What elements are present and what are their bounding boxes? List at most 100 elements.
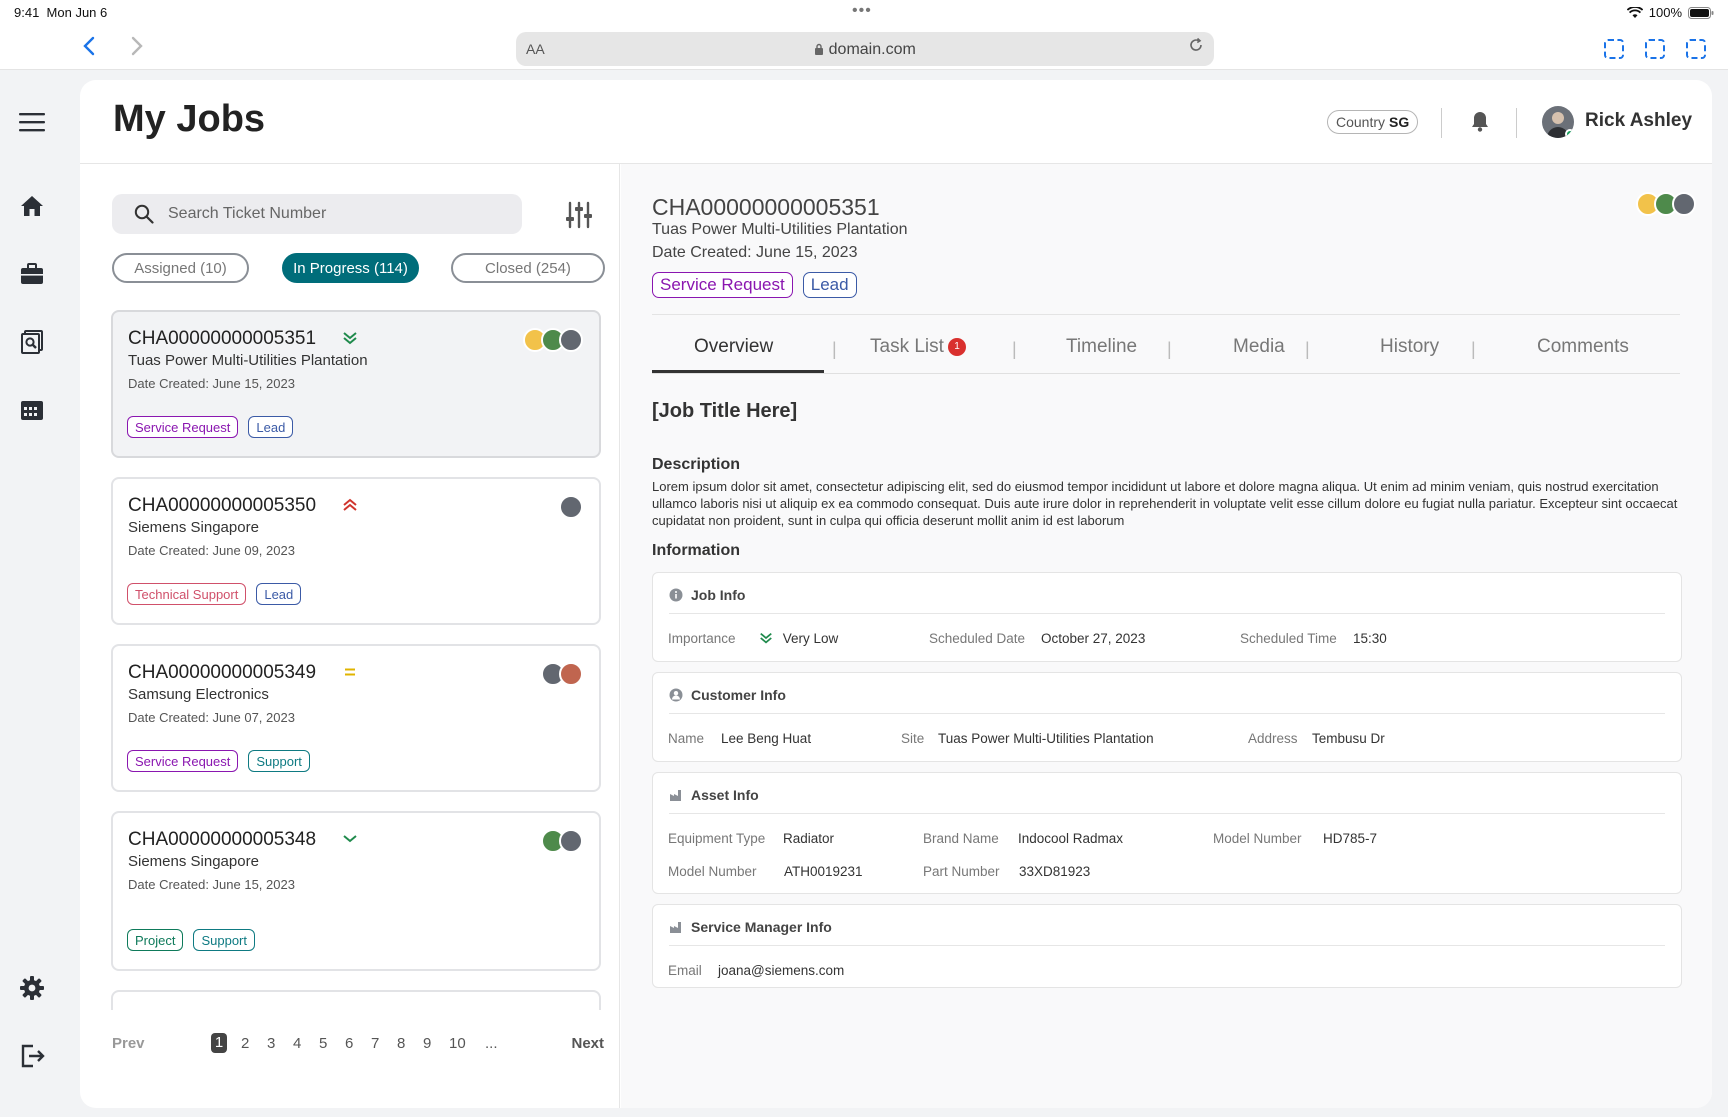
country-selector[interactable]: Country SG — [1327, 110, 1419, 134]
priority-very-low-icon — [342, 330, 358, 346]
priority-very-low-icon — [760, 632, 772, 644]
page-8-button[interactable]: 8 — [397, 1035, 405, 1052]
job-info-heading: Job Info — [691, 587, 746, 603]
tab-separator: | — [1167, 339, 1172, 359]
asset-info-card: Asset Info Equipment Type Radiator Brand… — [652, 772, 1682, 894]
page-2-button[interactable]: 2 — [241, 1035, 249, 1052]
page-ellipsis[interactable]: ... — [485, 1035, 498, 1052]
job-info-card: Job Info Importance Very Low Scheduled D… — [652, 572, 1682, 662]
back-button[interactable] — [82, 36, 96, 59]
scheduled-date-label: Scheduled Date — [929, 631, 1026, 646]
assignee-avatars — [559, 495, 583, 519]
model-number-value: ATH0019231 — [784, 864, 863, 879]
page-7-button[interactable]: 7 — [371, 1035, 379, 1052]
job-card[interactable]: CHA00000000005351 Tuas Power Multi-Utili… — [111, 310, 601, 458]
document-search-icon[interactable] — [18, 328, 46, 356]
tag-technical-support: Technical Support — [127, 583, 247, 605]
home-icon[interactable] — [18, 192, 46, 220]
address-bar[interactable]: AA domain.com — [516, 32, 1214, 66]
notification-bell-icon[interactable] — [1470, 110, 1492, 134]
logout-icon[interactable] — [18, 1042, 46, 1070]
tab-overview[interactable]: Overview — [694, 336, 773, 358]
header-divider — [1516, 108, 1517, 138]
task-count-badge: 1 — [948, 338, 966, 356]
service-manager-info-heading: Service Manager Info — [691, 919, 832, 935]
tabs-overview-icon[interactable] — [1686, 39, 1706, 59]
assignee-avatars — [541, 829, 583, 853]
job-card[interactable] — [111, 990, 601, 1010]
briefcase-icon[interactable] — [18, 260, 46, 288]
avatar — [1672, 192, 1696, 216]
priority-medium-icon — [342, 664, 358, 680]
detail-tabs: Overview | Task List 1 | Timeline | Medi… — [652, 324, 1680, 374]
tab-separator: | — [1012, 339, 1017, 359]
page-6-button[interactable]: 6 — [345, 1035, 353, 1052]
info-icon — [669, 588, 683, 602]
page-10-button[interactable]: 10 — [449, 1035, 466, 1052]
job-card[interactable]: CHA00000000005349 Samsung Electronics Da… — [111, 644, 601, 792]
divider — [669, 813, 1665, 814]
search-icon — [134, 204, 154, 224]
filter-in-progress[interactable]: In Progress (114) — [282, 253, 419, 283]
search-input[interactable] — [168, 194, 508, 234]
tag-lead: Lead — [256, 583, 302, 605]
forward-button[interactable] — [130, 36, 144, 59]
page-1-button[interactable]: 1 — [211, 1033, 227, 1053]
status-bar: 9:41 Mon Jun 6 ••• 100% — [0, 0, 1728, 24]
customer-info-heading: Customer Info — [691, 687, 786, 703]
tab-history[interactable]: History — [1380, 336, 1439, 358]
user-name[interactable]: Rick Ashley — [1585, 110, 1692, 132]
equipment-type-value: Radiator — [783, 831, 835, 846]
job-id: CHA00000000005349 — [128, 662, 317, 683]
tab-task-list[interactable]: Task List — [870, 336, 944, 358]
tab-comments[interactable]: Comments — [1537, 336, 1629, 358]
job-date: Date Created: June 07, 2023 — [128, 710, 295, 725]
page-3-button[interactable]: 3 — [267, 1035, 275, 1052]
job-company: Samsung Electronics — [128, 686, 269, 703]
equipment-type-label: Equipment Type — [668, 831, 766, 846]
factory-icon — [670, 790, 681, 801]
page-4-button[interactable]: 4 — [293, 1035, 301, 1052]
tab-timeline[interactable]: Timeline — [1066, 336, 1137, 358]
menu-icon[interactable] — [18, 108, 46, 136]
settings-gear-icon[interactable] — [18, 974, 46, 1002]
filter-assigned[interactable]: Assigned (10) — [112, 253, 249, 283]
multitask-dots-icon[interactable]: ••• — [852, 2, 872, 20]
tab-media[interactable]: Media — [1233, 336, 1285, 358]
avatar — [559, 829, 583, 853]
prev-page-button[interactable]: Prev — [112, 1035, 145, 1052]
share-icon[interactable] — [1604, 39, 1624, 59]
pagination: Prev 1 2 3 4 5 6 7 8 9 10 ... Next — [112, 1032, 604, 1056]
page-title: My Jobs — [113, 98, 266, 140]
search-bar — [112, 194, 522, 234]
job-company: Siemens Singapore — [128, 853, 259, 870]
next-page-button[interactable]: Next — [571, 1035, 604, 1052]
importance-value: Very Low — [782, 631, 839, 646]
avatar — [559, 662, 583, 686]
job-title: [Job Title Here] — [652, 400, 798, 422]
filter-sliders-icon[interactable] — [564, 200, 594, 230]
page-9-button[interactable]: 9 — [423, 1035, 431, 1052]
job-card[interactable]: CHA00000000005348 Siemens Singapore Date… — [111, 811, 601, 971]
tag-support: Support — [193, 929, 256, 951]
site-value: Tuas Power Multi-Utilities Plantation — [938, 731, 1154, 746]
tag-lead: Lead — [802, 272, 857, 298]
job-id: CHA00000000005350 — [128, 495, 317, 516]
calendar-icon[interactable] — [18, 396, 46, 424]
brand-name-value: Indocool Radmax — [1018, 831, 1124, 846]
new-tab-icon[interactable] — [1645, 39, 1665, 59]
email-value[interactable]: joana@siemens.com — [718, 963, 844, 978]
asset-info-heading: Asset Info — [691, 787, 759, 803]
reload-icon[interactable] — [1188, 37, 1204, 58]
job-list: CHA00000000005351 Tuas Power Multi-Utili… — [110, 310, 604, 1010]
user-avatar[interactable] — [1542, 106, 1574, 138]
avatar — [559, 328, 583, 352]
browser-toolbar: AA domain.com — [0, 24, 1728, 70]
job-company: Siemens Singapore — [128, 519, 259, 536]
filter-closed[interactable]: Closed (254) — [451, 253, 605, 283]
address-value: Tembusu Dr — [1312, 731, 1385, 746]
job-card[interactable]: CHA00000000005350 Siemens Singapore Date… — [111, 477, 601, 625]
country-label: Country — [1336, 114, 1386, 130]
url-text: domain.com — [828, 41, 916, 58]
page-5-button[interactable]: 5 — [319, 1035, 327, 1052]
